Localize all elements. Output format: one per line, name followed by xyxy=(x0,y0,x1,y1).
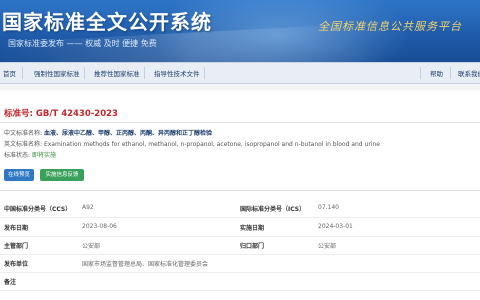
cn-title: 血液、尿液中乙醇、甲醇、正丙醇、丙酮、异丙醇和正丁醇检验 xyxy=(43,130,212,137)
dept-label: 主管部门 xyxy=(4,243,29,250)
site-subtitle: 国家标准委发布 —— 权威 及时 便捷 免费 xyxy=(8,39,157,48)
divider xyxy=(0,122,480,123)
feedback-button[interactable]: 实施信息反馈 xyxy=(40,169,84,181)
publish-date-value: 2023-08-06 xyxy=(82,223,117,230)
header-banner: 国家标准全文公开系统 国家标准委发布 —— 权威 及时 便捷 免费 全国标准信息… xyxy=(0,0,480,62)
nav-separator xyxy=(144,67,145,79)
row-divider xyxy=(0,236,480,237)
main-nav: 首页 强制性国家标准 推荐性国家标准 指导性技术文件 帮助 联系我们 xyxy=(0,62,480,84)
dept-value: 公安部 xyxy=(82,243,101,250)
nav-separator xyxy=(22,67,23,79)
ccs-label: 中国标准分类号（CCS） xyxy=(4,206,72,213)
impl-date-label: 实施日期 xyxy=(240,225,265,232)
standard-number-heading: 标准号: GB/T 42430-2023 xyxy=(4,107,118,119)
standard-number-label: 标准号: xyxy=(4,109,33,119)
standard-number: GB/T 42430-2023 xyxy=(35,109,118,119)
standard-detail-card: 标准号: GB/T 42430-2023 中文标准名称: 血液、尿液中乙醇、甲醇… xyxy=(0,90,480,300)
site-slogan: 全国标准信息公共服务平台 xyxy=(318,20,462,33)
impl-date-value: 2024-03-01 xyxy=(318,223,353,230)
cn-title-line: 中文标准名称: 血液、尿液中乙醇、甲醇、正丙醇、丙酮、异丙醇和正丁醇检验 xyxy=(4,128,212,137)
publish-date-label: 发布日期 xyxy=(4,225,29,232)
nav-separator xyxy=(420,67,421,79)
row-divider xyxy=(0,254,480,255)
nav-item-guidance[interactable]: 指导性技术文件 xyxy=(154,68,200,78)
nav-item-contact[interactable]: 联系我们 xyxy=(458,68,480,78)
site-title: 国家标准全文公开系统 xyxy=(2,10,212,34)
publisher-label: 发布单位 xyxy=(4,261,29,268)
nav-separator xyxy=(84,67,85,79)
status-badge: 即将实施 xyxy=(31,152,56,159)
row-divider xyxy=(0,290,480,291)
en-title-line: 英文标准名称: Examination methods for ethanol,… xyxy=(4,139,380,148)
nav-separator xyxy=(450,67,451,79)
remark-label: 备注 xyxy=(4,279,17,286)
ics-value: 07.140 xyxy=(318,204,339,211)
nav-item-help[interactable]: 帮助 xyxy=(430,68,443,78)
central-dept-label: 归口部门 xyxy=(240,243,265,250)
nav-separator xyxy=(204,67,205,79)
nav-item-recommended[interactable]: 推荐性国家标准 xyxy=(94,68,140,78)
en-title: Examination methods for ethanol, methano… xyxy=(43,141,380,148)
row-divider xyxy=(0,217,480,218)
central-dept-value: 公安部 xyxy=(318,243,337,250)
nav-item-home[interactable]: 首页 xyxy=(3,68,16,78)
cn-title-label: 中文标准名称: xyxy=(4,130,43,137)
nav-item-mandatory[interactable]: 强制性国家标准 xyxy=(34,68,80,78)
ics-label: 国际标准分类号（ICS） xyxy=(240,206,306,213)
row-divider xyxy=(0,272,480,273)
divider xyxy=(0,190,480,191)
status-label: 标准状态: xyxy=(4,152,31,159)
ccs-value: A92 xyxy=(82,204,94,211)
publisher-value: 国家市场监督管理总局、国家标准化管理委员会 xyxy=(82,261,209,268)
status-line: 标准状态: 即将实施 xyxy=(4,150,56,159)
en-title-label: 英文标准名称: xyxy=(4,141,43,148)
preview-button[interactable]: 在线预览 xyxy=(4,169,34,181)
